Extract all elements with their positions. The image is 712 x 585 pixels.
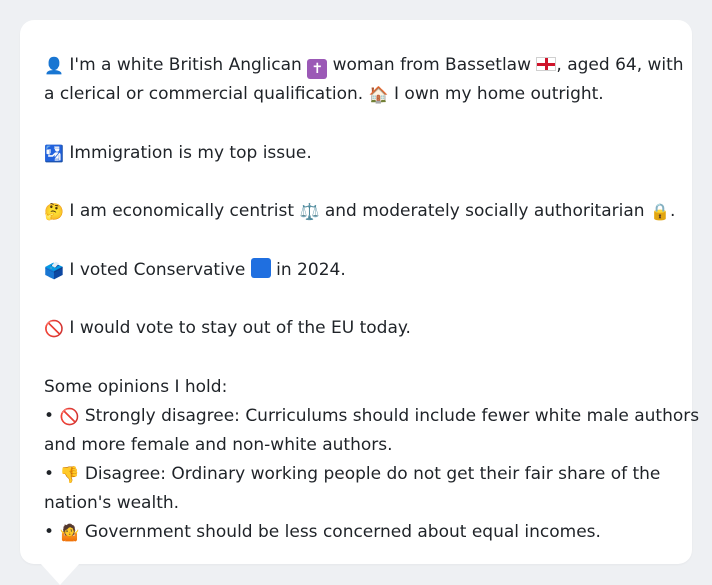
thumbs-down-icon: 👎	[59, 464, 80, 484]
economic-position-text: I am economically centrist	[69, 201, 295, 221]
house-icon: 🏠	[368, 85, 389, 104]
england-flag-icon	[536, 57, 557, 71]
eu-line: 🚫 I would vote to stay out of the EU tod…	[44, 314, 670, 343]
top-issue-text: Immigration is my top issue.	[69, 142, 312, 163]
passport-control-icon: 🛂	[44, 143, 64, 163]
profile-line-2: a clerical or commercial qualification. …	[44, 80, 670, 109]
thinking-face-icon: 🤔	[44, 202, 64, 221]
person-icon: 👤	[44, 56, 64, 75]
prohibited-icon: 🚫	[44, 319, 64, 338]
bullet: •	[44, 521, 55, 542]
prohibited-icon: 🚫	[59, 406, 80, 426]
opinion-item-3-text: Government should be less concerned abou…	[84, 521, 601, 542]
opinions-heading: Some opinions I hold:	[44, 376, 228, 397]
profile-age-text: , aged 64, with	[556, 55, 684, 75]
ideology-period: .	[669, 201, 676, 221]
top-issue-line: 🛂 Immigration is my top issue.	[44, 139, 670, 168]
scales-icon: ⚖️	[299, 202, 320, 221]
profile-home-text: I own my home outright.	[394, 84, 604, 104]
shrug-icon: 🤷	[59, 522, 80, 542]
opinion-item-1-text: Strongly disagree: Curriculums should in…	[84, 405, 700, 426]
profile-identity-text: I'm a white British Anglican	[69, 55, 302, 75]
bubble-tail	[40, 563, 80, 585]
opinion-item-2-line-2: nation's wealth.	[44, 492, 180, 513]
opinion-item-2-text: Disagree: Ordinary working people do not…	[84, 463, 661, 484]
social-position-text: and moderately socially authoritarian	[324, 201, 645, 221]
bullet: •	[44, 405, 55, 426]
vote-year-text: in 2024.	[276, 259, 346, 280]
ballot-box-icon: 🗳️	[44, 260, 64, 280]
opinion-item-1-line-2: and more female and non-white authors.	[44, 434, 393, 455]
vote-text: I voted Conservative	[69, 259, 246, 280]
profile-line-1: 👤 I'm a white British Anglican ✝ woman f…	[44, 51, 684, 80]
lock-icon: 🔒	[650, 202, 670, 221]
bullet: •	[44, 463, 55, 484]
profile-location-text: woman from Bassetlaw	[332, 55, 531, 75]
opinion-item-1-line-1: • 🚫 Strongly disagree: Curriculums shoul…	[44, 402, 699, 431]
opinion-item-3: • 🤷 Government should be less concerned …	[44, 518, 670, 547]
cross-icon: ✝	[307, 59, 328, 79]
ideology-line: 🤔 I am economically centrist ⚖️ and mode…	[44, 197, 675, 226]
vote-line: 🗳️ I voted Conservative in 2024.	[44, 256, 670, 285]
opinion-item-2-line-1: • 👎 Disagree: Ordinary working people do…	[44, 460, 670, 489]
eu-text: I would vote to stay out of the EU today…	[69, 318, 411, 338]
persona-message-bubble: 👤 I'm a white British Anglican ✝ woman f…	[20, 20, 699, 564]
conservative-blue-square-icon	[250, 257, 271, 278]
profile-qualification-text: a clerical or commercial qualification.	[44, 84, 364, 104]
